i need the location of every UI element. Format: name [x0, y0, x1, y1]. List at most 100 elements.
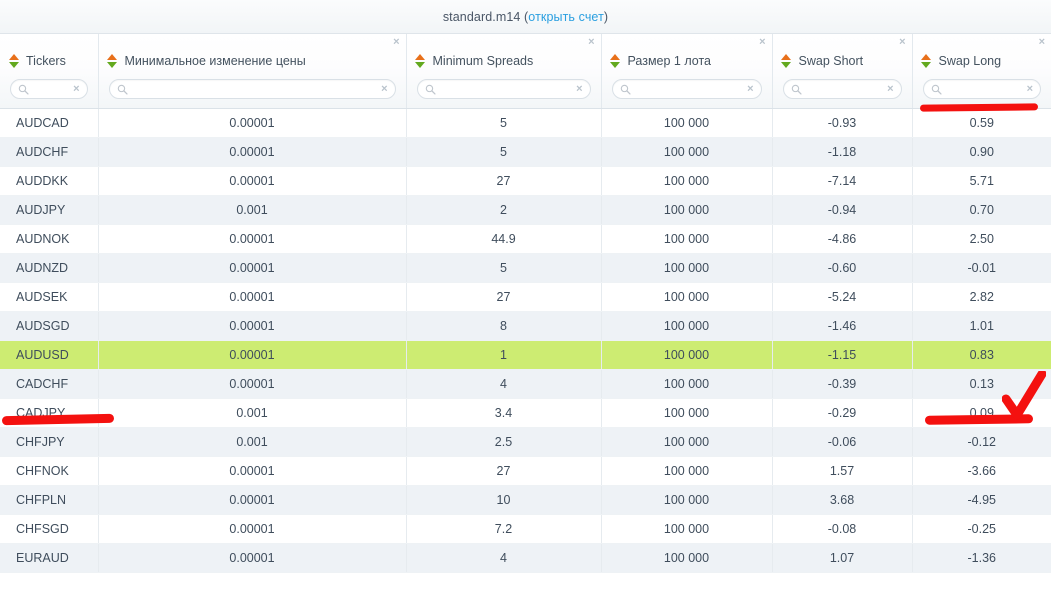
sort-toggle-icon[interactable]: [921, 51, 932, 71]
column-filter-min-price-change[interactable]: ×: [109, 79, 396, 99]
sort-descending-icon: [610, 62, 620, 68]
clear-icon[interactable]: ×: [576, 84, 582, 95]
cell-minimum-spread: 44.9: [406, 225, 601, 254]
clear-icon[interactable]: ×: [73, 84, 79, 95]
cell-lot-size: 100 000: [601, 225, 772, 254]
cell-swap-long: -0.12: [912, 428, 1051, 457]
cell-lot-size: 100 000: [601, 138, 772, 167]
column-header-minimum-spreads[interactable]: × Minimum Spreads ×: [406, 34, 601, 109]
table-row[interactable]: AUDJPY0.0012100 000-0.940.70: [0, 196, 1051, 225]
cell-min-price-change: 0.00001: [98, 486, 406, 515]
cell-swap-short: -1.46: [772, 312, 912, 341]
cell-minimum-spread: 27: [406, 283, 601, 312]
column-filter-minimum-spreads[interactable]: ×: [417, 79, 591, 99]
cell-minimum-spread: 1: [406, 341, 601, 370]
sort-descending-icon: [921, 62, 931, 68]
cell-min-price-change: 0.00001: [98, 515, 406, 544]
sort-ascending-icon: [415, 54, 425, 60]
cell-lot-size: 100 000: [601, 283, 772, 312]
search-input[interactable]: [436, 83, 577, 95]
cell-ticker: AUDNOK: [0, 225, 98, 254]
table-row[interactable]: AUDSEK0.0000127100 000-5.242.82: [0, 283, 1051, 312]
sort-toggle-icon[interactable]: [107, 51, 118, 71]
column-filter-tickers[interactable]: ×: [10, 79, 88, 99]
search-icon: [791, 84, 802, 95]
sort-toggle-icon[interactable]: [610, 51, 621, 71]
table-row[interactable]: AUDNOK0.0000144.9100 000-4.862.50: [0, 225, 1051, 254]
table-body: AUDCAD0.000015100 000-0.930.59AUDCHF0.00…: [0, 109, 1051, 573]
cell-swap-short: -1.18: [772, 138, 912, 167]
column-header-swap-long[interactable]: × Swap Long ×: [912, 34, 1051, 109]
cell-min-price-change: 0.001: [98, 428, 406, 457]
table-row[interactable]: CHFPLN0.0000110100 0003.68-4.95: [0, 486, 1051, 515]
close-icon[interactable]: ×: [588, 37, 594, 48]
sort-toggle-icon[interactable]: [8, 51, 19, 71]
table-row[interactable]: CHFNOK0.0000127100 0001.57-3.66: [0, 457, 1051, 486]
table-row[interactable]: EURAUD0.000014100 0001.07-1.36: [0, 544, 1051, 573]
cell-ticker: CADJPY: [0, 399, 98, 428]
clear-icon[interactable]: ×: [887, 84, 893, 95]
column-header-swap-short[interactable]: × Swap Short ×: [772, 34, 912, 109]
cell-ticker: AUDUSD: [0, 341, 98, 370]
column-filter-swap-long[interactable]: ×: [923, 79, 1042, 99]
cell-lot-size: 100 000: [601, 399, 772, 428]
cell-min-price-change: 0.00001: [98, 138, 406, 167]
table-row[interactable]: AUDUSD0.000011100 000-1.150.83: [0, 341, 1051, 370]
clear-icon[interactable]: ×: [747, 84, 753, 95]
cell-ticker: AUDCAD: [0, 109, 98, 138]
cell-ticker: AUDSGD: [0, 312, 98, 341]
close-icon[interactable]: ×: [899, 37, 905, 48]
clear-icon[interactable]: ×: [1027, 84, 1033, 95]
column-header-label: Swap Long: [939, 54, 1002, 68]
table-row[interactable]: AUDCHF0.000015100 000-1.180.90: [0, 138, 1051, 167]
cell-minimum-spread: 2: [406, 196, 601, 225]
sort-toggle-icon[interactable]: [415, 51, 426, 71]
sort-toggle-icon[interactable]: [781, 51, 792, 71]
table-row[interactable]: CHFSGD0.000017.2100 000-0.08-0.25: [0, 515, 1051, 544]
close-icon[interactable]: ×: [759, 37, 765, 48]
cell-min-price-change: 0.00001: [98, 341, 406, 370]
cell-ticker: AUDNZD: [0, 254, 98, 283]
column-header-tickers[interactable]: Tickers ×: [0, 34, 98, 109]
column-header-lot-size[interactable]: × Размер 1 лота ×: [601, 34, 772, 109]
cell-ticker: CHFSGD: [0, 515, 98, 544]
table-row[interactable]: AUDCAD0.000015100 000-0.930.59: [0, 109, 1051, 138]
header-row: Tickers × ×: [0, 34, 1051, 109]
search-input[interactable]: [942, 83, 1027, 95]
cell-swap-long: 0.83: [912, 341, 1051, 370]
column-filter-lot-size[interactable]: ×: [612, 79, 762, 99]
account-name: standard.m14: [443, 10, 521, 24]
cell-min-price-change: 0.00001: [98, 544, 406, 573]
clear-icon[interactable]: ×: [381, 84, 387, 95]
table-row[interactable]: AUDNZD0.000015100 000-0.60-0.01: [0, 254, 1051, 283]
cell-minimum-spread: 5: [406, 109, 601, 138]
search-input[interactable]: [802, 83, 888, 95]
column-header-label: Minimum Spreads: [433, 54, 534, 68]
close-icon[interactable]: ×: [393, 37, 399, 48]
table-row[interactable]: CADJPY0.0013.4100 000-0.290.09: [0, 399, 1051, 428]
sort-descending-icon: [9, 62, 19, 68]
search-input[interactable]: [29, 83, 73, 95]
cell-swap-short: -0.60: [772, 254, 912, 283]
cell-lot-size: 100 000: [601, 312, 772, 341]
cell-minimum-spread: 8: [406, 312, 601, 341]
cell-ticker: EURAUD: [0, 544, 98, 573]
close-icon[interactable]: ×: [1039, 37, 1045, 48]
cell-ticker: AUDJPY: [0, 196, 98, 225]
search-input[interactable]: [631, 83, 748, 95]
column-filter-swap-short[interactable]: ×: [783, 79, 902, 99]
cell-lot-size: 100 000: [601, 196, 772, 225]
search-input[interactable]: [128, 83, 382, 95]
table-row[interactable]: AUDSGD0.000018100 000-1.461.01: [0, 312, 1051, 341]
table-row[interactable]: CADCHF0.000014100 000-0.390.13: [0, 370, 1051, 399]
table-row[interactable]: AUDDKK0.0000127100 000-7.145.71: [0, 167, 1051, 196]
cell-ticker: AUDCHF: [0, 138, 98, 167]
column-header-min-price-change[interactable]: × Минимальное изменение цены: [98, 34, 406, 109]
open-account-link[interactable]: открыть счет: [528, 10, 604, 24]
cell-ticker: CHFNOK: [0, 457, 98, 486]
cell-min-price-change: 0.00001: [98, 254, 406, 283]
cell-ticker: AUDSEK: [0, 283, 98, 312]
table-row[interactable]: CHFJPY0.0012.5100 000-0.06-0.12: [0, 428, 1051, 457]
cell-swap-short: 3.68: [772, 486, 912, 515]
cell-min-price-change: 0.00001: [98, 370, 406, 399]
